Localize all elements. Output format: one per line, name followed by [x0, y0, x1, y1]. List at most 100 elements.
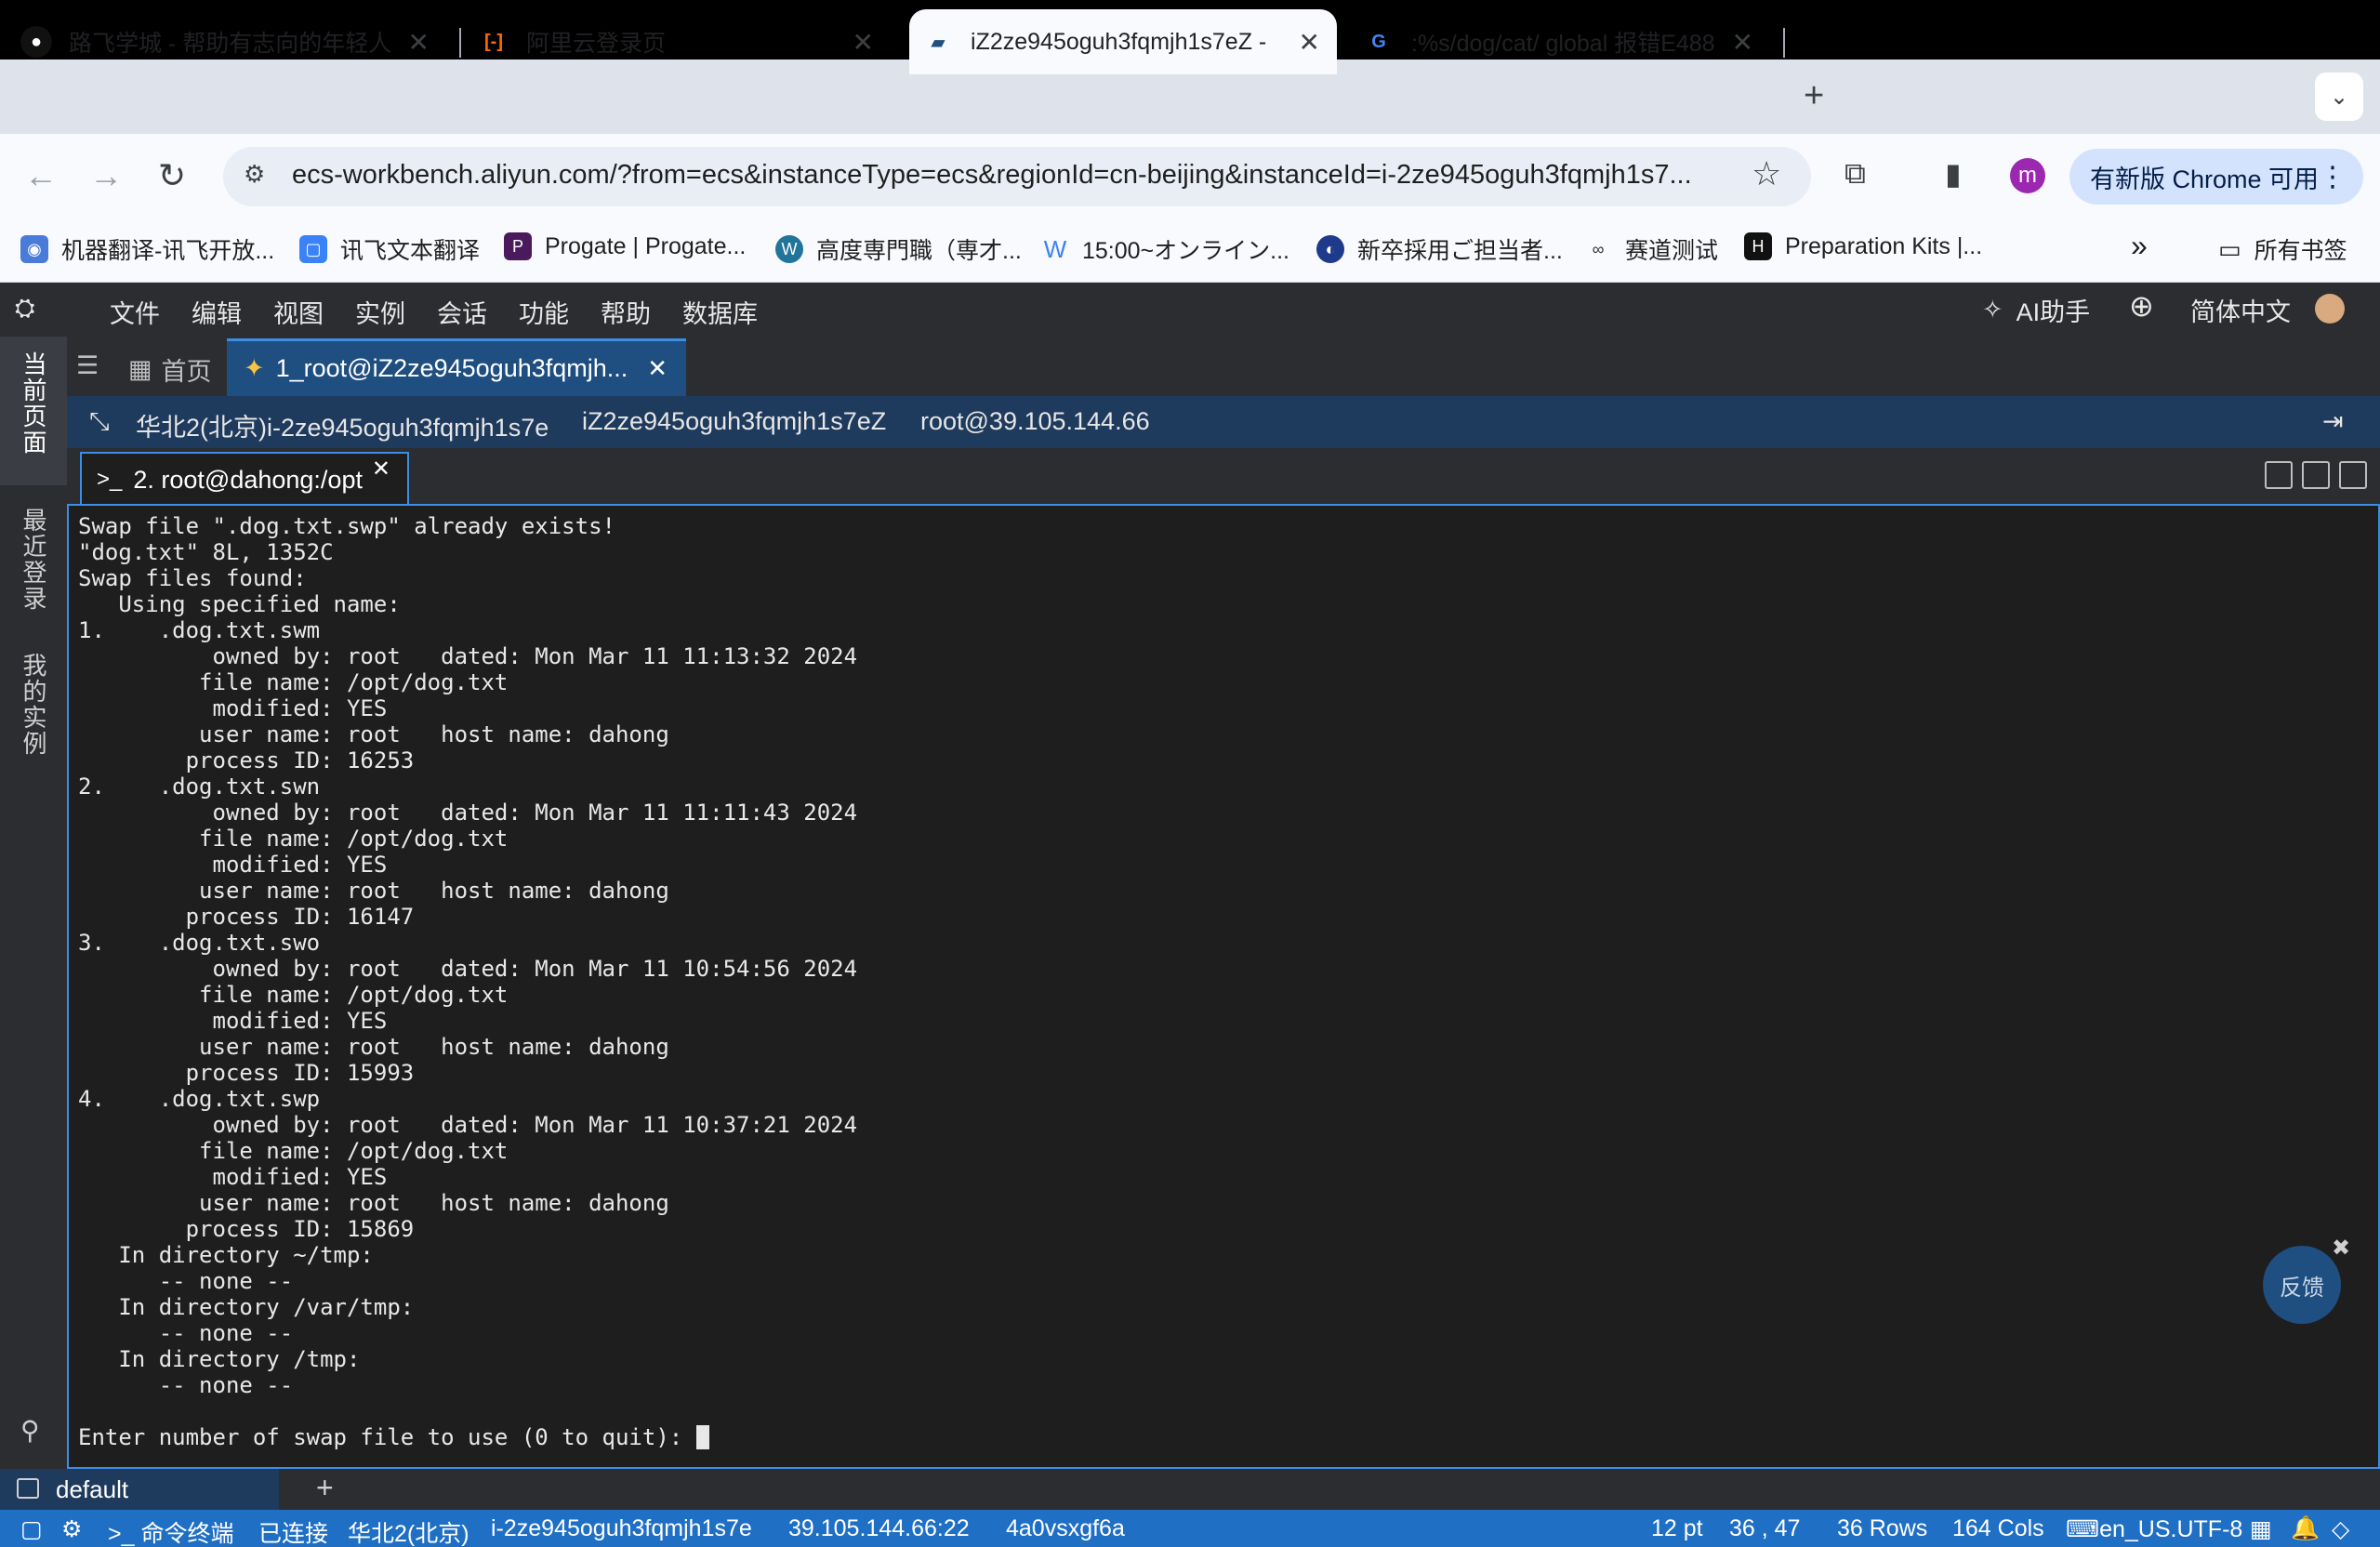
menu-view[interactable]: 视图 — [273, 294, 324, 330]
url-text[interactable]: ecs-workbench.aliyun.com/?from=ecs&insta… — [292, 160, 1692, 191]
google-favicon-icon: G — [1371, 31, 1386, 52]
terminal-line: Swap files found: — [78, 565, 307, 591]
browser-tab-aliyun-login[interactable]: [-] 阿里云登录页 ✕ — [478, 9, 891, 74]
terminal-tab[interactable]: >_ 2. root@dahong:/opt ✕ — [80, 452, 409, 506]
terminal-line: file name: /opt/dog.txt — [78, 982, 509, 1008]
browser-tab-google[interactable]: G :%s/dog/cat/ global 报错E488 ✕ — [1363, 9, 1770, 74]
close-tab-icon[interactable]: ✕ — [408, 27, 430, 58]
close-feedback-icon[interactable]: ✖ — [2332, 1235, 2350, 1262]
user-avatar[interactable] — [2315, 294, 2345, 324]
tab-session-label: 1_root@iZ2ze945oguh3fqmjh... — [275, 354, 628, 382]
tab-home[interactable]: ▦ 首页 — [128, 351, 212, 388]
extensions-puzzle-icon[interactable]: ⧉ — [1844, 156, 1866, 192]
bookmark-star-icon[interactable]: ☆ — [1752, 154, 1781, 193]
status-rows: 36 Rows — [1837, 1515, 1928, 1541]
bookmark-label: 高度専門職（専才... — [816, 238, 1022, 264]
profile-avatar[interactable]: m — [2010, 158, 2045, 193]
bookmark-label: 新卒採用ご担当者... — [1357, 238, 1563, 264]
split-horizontal-icon[interactable] — [2339, 461, 2367, 489]
locale-icon: ⌨ — [2066, 1516, 2100, 1542]
browser-tab-workbench[interactable]: ▰ iZ2ze945oguh3fqmjh1s7eZ - ✕ — [909, 9, 1337, 74]
settings-icon[interactable]: ⚙ — [61, 1515, 82, 1543]
menu-session[interactable]: 会话 — [437, 294, 487, 330]
bookmark-item[interactable]: W 高度専門職（専才... — [775, 232, 1022, 266]
terminal-line: modified: YES — [78, 852, 388, 878]
ai-assistant-button[interactable]: ✧ AI助手 — [1982, 292, 2090, 328]
tab-home-label: 首页 — [161, 358, 212, 386]
terminal-line: process ID: 15869 — [78, 1216, 415, 1242]
side-panel-icon[interactable]: ▮ — [1945, 156, 1962, 192]
terminal-line: Enter number of swap file to use (0 to q… — [78, 1424, 857, 1450]
bell-icon[interactable]: 🔔 — [2291, 1515, 2320, 1542]
session-default[interactable]: default — [0, 1469, 279, 1510]
terminal-tab-header — [67, 448, 2380, 504]
rail-my-instances[interactable]: 我的实例 — [17, 653, 51, 757]
bookmarks-overflow-icon[interactable]: » — [2131, 229, 2148, 263]
status-cursor-position: 36 , 47 — [1729, 1515, 1801, 1541]
add-pane-icon[interactable] — [2265, 461, 2293, 489]
tab-terminal-session[interactable]: ✦ 1_root@iZ2ze945oguh3fqmjh... ✕ — [227, 338, 686, 396]
pin-icon[interactable]: ⚲ — [20, 1415, 40, 1446]
new-tab-button[interactable]: + — [1804, 76, 1824, 116]
status-font-size[interactable]: 12 pt — [1651, 1515, 1703, 1542]
bookmark-item[interactable]: ◐ 新卒採用ご担当者... — [1316, 232, 1563, 266]
bookmark-item[interactable]: ▢ 讯飞文本翻译 — [299, 232, 480, 266]
terminal-line: Swap file ".dog.txt.swp" already exists! — [78, 513, 615, 539]
menu-file[interactable]: 文件 — [110, 294, 160, 330]
bookmark-item[interactable]: W 15:00~オンライン... — [1041, 232, 1289, 266]
reload-icon[interactable]: ↻ — [158, 156, 186, 195]
close-tab-icon[interactable]: ✕ — [1732, 27, 1753, 58]
tab-list-icon[interactable]: ☰ — [76, 351, 99, 380]
terminal-line: modified: YES — [78, 695, 388, 721]
menu-edit[interactable]: 编辑 — [192, 294, 242, 330]
close-tab-icon[interactable]: ✕ — [647, 354, 668, 383]
tab-search-chevron-icon[interactable]: ⌄ — [2315, 73, 2363, 121]
status-terminal[interactable]: >_ 命令终端 — [108, 1515, 233, 1547]
terminal-line: In directory /tmp: — [78, 1346, 361, 1372]
bookmark-item[interactable]: P Progate | Progate... — [504, 232, 746, 260]
status-locale[interactable]: ⌨en_US.UTF-8 — [2066, 1515, 2242, 1543]
bookmark-item[interactable]: ∞ 赛道测试 — [1584, 232, 1718, 266]
translate-icon: ▢ — [299, 235, 327, 263]
bookmark-label: Progate | Progate... — [545, 232, 747, 259]
bookmark-label: 机器翻译-讯飞开放... — [61, 238, 275, 264]
exit-icon[interactable]: ⇥ — [2322, 407, 2344, 436]
iflytek-icon: ◉ — [20, 235, 48, 263]
terminal-line: owned by: root dated: Mon Mar 11 11:13:3… — [78, 643, 858, 669]
terminal-line: file name: /opt/dog.txt — [78, 669, 509, 695]
close-tab-icon[interactable]: ✕ — [1299, 27, 1320, 58]
language-select[interactable]: 简体中文 — [2190, 292, 2291, 328]
forward-arrow-icon[interactable]: → — [89, 156, 123, 195]
more-menu-icon[interactable]: ⋮ — [2319, 161, 2347, 193]
collapse-icon[interactable]: ⤡ — [89, 407, 110, 437]
left-rail — [0, 337, 67, 1469]
bookmark-item[interactable]: ◉ 机器翻译-讯飞开放... — [20, 232, 274, 266]
terminal-line: In directory /var/tmp: — [78, 1294, 415, 1320]
site-settings-icon[interactable]: ⚙ — [244, 160, 271, 188]
rail-current-page[interactable]: 当前页面 — [17, 351, 51, 456]
window-icon[interactable]: ▢ — [20, 1515, 43, 1543]
close-tab-icon[interactable]: ✕ — [853, 27, 874, 58]
feedback-button[interactable]: 反馈 — [2263, 1246, 2341, 1324]
add-session-button[interactable]: + — [316, 1471, 334, 1505]
prompt-icon: >_ — [108, 1521, 141, 1547]
terminal-window-icon — [17, 1478, 39, 1499]
menu-function[interactable]: 功能 — [519, 294, 569, 330]
browser-tab-lufei[interactable]: ● 路飞学城 - 帮助有志向的年轻人 ✕ — [20, 9, 446, 74]
close-terminal-icon[interactable]: ✕ — [372, 456, 390, 483]
grid-icon[interactable]: ▦ — [2250, 1515, 2272, 1543]
workbench-favicon-icon: ▰ — [931, 32, 945, 53]
terminal-prompt-icon: >_ — [97, 467, 123, 492]
menu-help[interactable]: 帮助 — [601, 294, 651, 330]
bookmark-item[interactable]: H Preparation Kits |... — [1744, 232, 1982, 260]
split-vertical-icon[interactable] — [2302, 461, 2330, 489]
chrome-update-button[interactable]: 有新版 Chrome 可用 ⋮ — [2069, 149, 2363, 205]
all-bookmarks-button[interactable]: ▭ 所有书签 — [2218, 232, 2347, 266]
add-circle-icon[interactable]: ⊕ — [2129, 288, 2154, 324]
menu-instance[interactable]: 实例 — [355, 294, 405, 330]
rail-recent-login[interactable]: 最近登录 — [17, 508, 51, 612]
back-arrow-icon[interactable]: ← — [24, 156, 58, 195]
menu-database[interactable]: 数据库 — [682, 294, 758, 330]
workbench-logo-icon[interactable]: ⛭ — [15, 294, 35, 324]
chat-icon[interactable]: ◇ — [2332, 1515, 2349, 1543]
